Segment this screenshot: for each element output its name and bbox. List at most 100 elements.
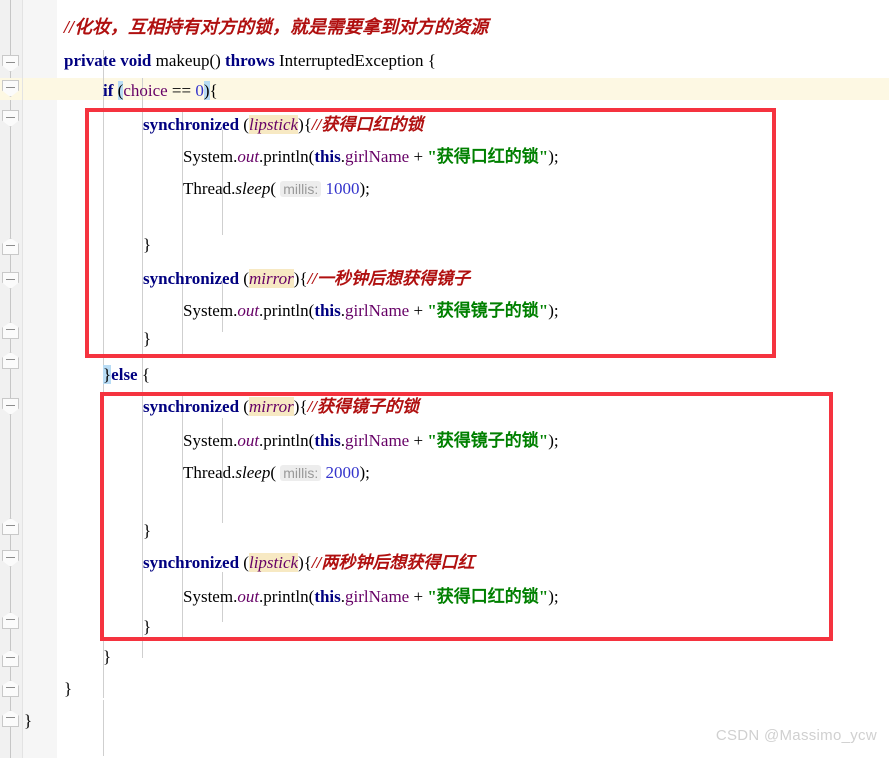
code-line-println-mirror-2[interactable]: System.out.println(this.girlName + "获得镜子… [183,432,559,450]
brace-open-method: { [427,51,436,70]
method-println: println [263,431,309,450]
field-out: out [237,431,260,450]
comment-get-mirror-lock: //获得镜子的锁 [307,397,419,416]
code-line-sync-mirror-2[interactable]: synchronized (mirror){//获得镜子的锁 [143,397,419,416]
watermark-csdn: CSDN @Massimo_ycw [715,727,877,744]
variable-mirror: mirror [248,269,294,288]
brace-close: } [143,329,152,348]
code-line-sleep-1000[interactable]: Thread.sleep( millis: 1000); [183,180,370,198]
field-choice: choice [123,81,168,100]
keyword-synchronized: synchronized [143,397,240,416]
fold-marker-4[interactable] [2,272,19,289]
method-sleep: sleep [235,179,271,198]
brace-close: } [143,617,152,636]
variable-mirror: mirror [248,397,294,416]
brace-close: } [103,647,112,666]
code-line-close-brace-3[interactable]: } [143,522,151,540]
brace-close: } [64,679,73,698]
keyword-if: if [103,81,114,100]
field-girlname: girlName [345,587,410,606]
fold-marker-5[interactable] [2,322,19,339]
fold-marker-0[interactable] [2,55,19,72]
code-line-sleep-2000[interactable]: Thread.sleep( millis: 2000); [183,464,370,482]
method-println: println [263,587,309,606]
code-line-close-brace-2[interactable]: } [143,330,151,348]
string-mirror-lock: "获得镜子的锁" [427,301,549,320]
field-out: out [237,587,260,606]
semicolon: ; [365,463,370,482]
brace-close: } [24,711,33,730]
brace-open-else: { [141,365,151,384]
brace-close: } [143,235,152,254]
class-system: System [183,301,234,320]
field-out: out [237,147,260,166]
editor-annotation-stripe[interactable] [23,0,57,758]
number-1000: 1000 [325,179,360,198]
editor-gutter[interactable]: } [0,0,31,758]
fold-marker-1[interactable] [2,80,19,97]
comment-after-two-sec: //两秒钟后想获得口红 [311,553,475,572]
method-println: println [263,147,309,166]
semicolon: ; [365,179,370,198]
keyword-synchronized: synchronized [143,269,240,288]
keyword-void: void [120,51,152,70]
method-name-makeup: makeup() [155,51,221,70]
keyword-synchronized: synchronized [143,553,240,572]
code-line-close-brace-6[interactable]: } [64,680,72,698]
keyword-this: this [314,301,341,320]
code-line-close-brace-1[interactable]: } [143,236,151,254]
string-mirror-lock: "获得镜子的锁" [427,431,549,450]
fold-marker-8[interactable] [2,518,19,535]
code-line-sync-lipstick-2[interactable]: synchronized (lipstick){//两秒钟后想获得口红 [143,553,475,572]
brace-open-sync: { [299,269,308,288]
code-line-method-signature[interactable]: private void makeup() throws Interrupted… [64,52,436,70]
fold-marker-9[interactable] [2,550,19,567]
string-lipstick-lock: "获得口红的锁" [427,587,549,606]
code-line-sync-lipstick-1[interactable]: synchronized (lipstick){//获得口红的锁 [143,115,423,134]
class-system: System [183,147,234,166]
field-girlname: girlName [345,431,410,450]
comment-after-one-sec: //一秒钟后想获得镜子 [307,269,470,288]
number-2000: 2000 [325,463,360,482]
operator-plus: + [413,587,424,606]
semicolon: ; [553,431,559,450]
code-line-close-brace-7[interactable]: } [24,712,32,730]
brace-open-sync: { [303,115,312,134]
fold-marker-2[interactable] [2,110,19,127]
fold-marker-12[interactable] [2,680,19,697]
operator-plus: + [413,431,424,450]
code-editor[interactable]: } //化妆，互相持有对方的锁，就是需要拿到对方的资源 private void… [0,0,889,758]
code-line-comment-makeup[interactable]: //化妆，互相持有对方的锁，就是需要拿到对方的资源 [64,18,488,36]
code-surface[interactable]: //化妆，互相持有对方的锁，就是需要拿到对方的资源 private void m… [24,0,889,758]
fold-marker-11[interactable] [2,650,19,667]
keyword-this: this [314,431,341,450]
semicolon: ; [553,587,559,606]
class-thread: Thread [183,463,232,482]
code-line-println-mirror-1[interactable]: System.out.println(this.girlName + "获得镜子… [183,302,559,320]
code-line-else[interactable]: }else { [103,365,151,384]
brace-close-highlighted: } [103,365,112,384]
code-line-println-lipstick-2[interactable]: System.out.println(this.girlName + "获得口红… [183,588,559,606]
fold-marker-7[interactable] [2,398,19,415]
operator-plus: + [413,301,424,320]
fold-marker-3[interactable] [2,238,19,255]
code-line-sync-mirror-1[interactable]: synchronized (mirror){//一秒钟后想获得镜子 [143,269,470,288]
field-out: out [237,301,260,320]
code-line-close-brace-5[interactable]: } [103,648,111,666]
fold-marker-13[interactable] [2,710,19,727]
code-line-close-brace-4[interactable]: } [143,618,151,636]
keyword-else: else [111,365,138,384]
keyword-private: private [64,51,116,70]
code-line-if-choice[interactable]: if (choice == 0){ [103,81,218,100]
number-zero: 0 [195,81,204,100]
fold-marker-6[interactable] [2,352,19,369]
fold-marker-10[interactable] [2,612,19,629]
code-line-println-lipstick-1[interactable]: System.out.println(this.girlName + "获得口红… [183,148,559,166]
class-thread: Thread [183,179,232,198]
keyword-this: this [314,147,341,166]
param-hint-millis: millis: [280,465,322,481]
brace-open-if: { [209,81,218,100]
semicolon: ; [553,147,559,166]
operator-equals: == [171,81,192,100]
keyword-throws: throws [225,51,275,70]
